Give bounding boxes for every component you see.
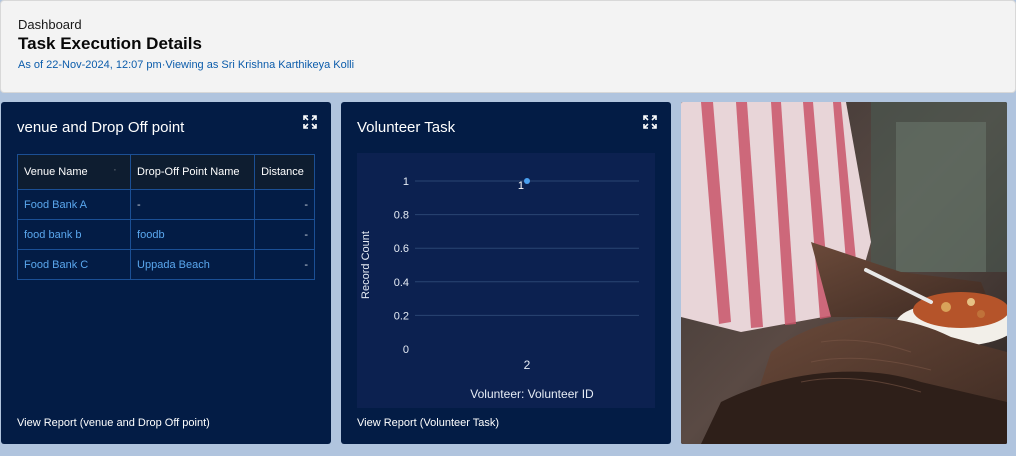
column-header-distance[interactable]: Distance xyxy=(254,154,315,190)
expand-icon[interactable] xyxy=(303,115,317,129)
panel-title: venue and Drop Off point xyxy=(17,119,185,136)
food-photo-panel xyxy=(681,102,1007,444)
data-label: 1 xyxy=(518,180,524,192)
view-report-link[interactable]: View Report (Volunteer Task) xyxy=(357,417,499,429)
distance-cell: - xyxy=(254,249,315,280)
y-tick-label: 0.4 xyxy=(394,277,409,289)
food-donation-photo xyxy=(681,102,1007,444)
chart-area: 0 0.2 0.4 0.6 0.8 1 Record Count 2 1 Volunteer: V… xyxy=(357,153,655,408)
y-tick-label: 0.8 xyxy=(394,210,409,222)
venue-cell[interactable]: Food Bank A xyxy=(16,189,132,220)
dropoff-cell: - xyxy=(130,189,256,220)
y-axis-label: Record Count xyxy=(360,231,372,299)
dashboard-header: Dashboard Task Execution Details As of 2… xyxy=(0,0,1016,93)
page-title: Task Execution Details xyxy=(18,34,202,53)
column-header-venue[interactable]: Venue Name ˈ xyxy=(16,154,132,190)
venue-cell[interactable]: Food Bank C xyxy=(16,249,132,280)
x-tick-label: 2 xyxy=(524,358,531,372)
distance-cell: - xyxy=(254,189,315,220)
y-tick-label: 1 xyxy=(403,176,409,188)
view-report-link[interactable]: View Report (venue and Drop Off point) xyxy=(17,417,210,429)
sort-icon[interactable]: ˈ xyxy=(114,168,117,177)
y-tick-label: 0.2 xyxy=(394,310,409,322)
y-tick-label: 0.6 xyxy=(394,243,409,255)
volunteer-task-panel: Volunteer Task 0 0.2 0.4 0.6 0.8 1 Record Coun… xyxy=(341,102,671,444)
distance-cell: - xyxy=(254,219,315,250)
column-header-dropoff[interactable]: Drop-Off Point Name xyxy=(130,154,256,190)
venue-dropoff-panel: venue and Drop Off point Venue Name ˈ Dro… xyxy=(1,102,331,444)
y-tick-label: 0 xyxy=(403,344,409,356)
venue-table: Venue Name ˈ Drop-Off Point Name Distance… xyxy=(16,154,315,280)
data-point xyxy=(524,178,530,184)
dropoff-cell[interactable]: Uppada Beach xyxy=(130,249,256,280)
breadcrumb[interactable]: Dashboard xyxy=(18,17,82,32)
panel-title: Volunteer Task xyxy=(357,119,456,136)
table-row: food bank b foodb - xyxy=(16,219,315,250)
x-axis-label: Volunteer: Volunteer ID xyxy=(470,387,594,401)
as-of-subtitle: As of 22-Nov-2024, 12:07 pm·Viewing as S… xyxy=(18,59,355,71)
volunteer-chart: 0 0.2 0.4 0.6 0.8 1 Record Count 2 1 Volunteer: V… xyxy=(360,176,639,401)
expand-icon[interactable] xyxy=(643,115,657,129)
venue-cell[interactable]: food bank b xyxy=(16,219,132,250)
table-row: Food Bank C Uppada Beach - xyxy=(16,249,315,280)
table-row: Food Bank A - - xyxy=(16,189,315,220)
dropoff-cell[interactable]: foodb xyxy=(130,219,256,250)
table-header-row: Venue Name ˈ Drop-Off Point Name Distance xyxy=(16,154,315,190)
